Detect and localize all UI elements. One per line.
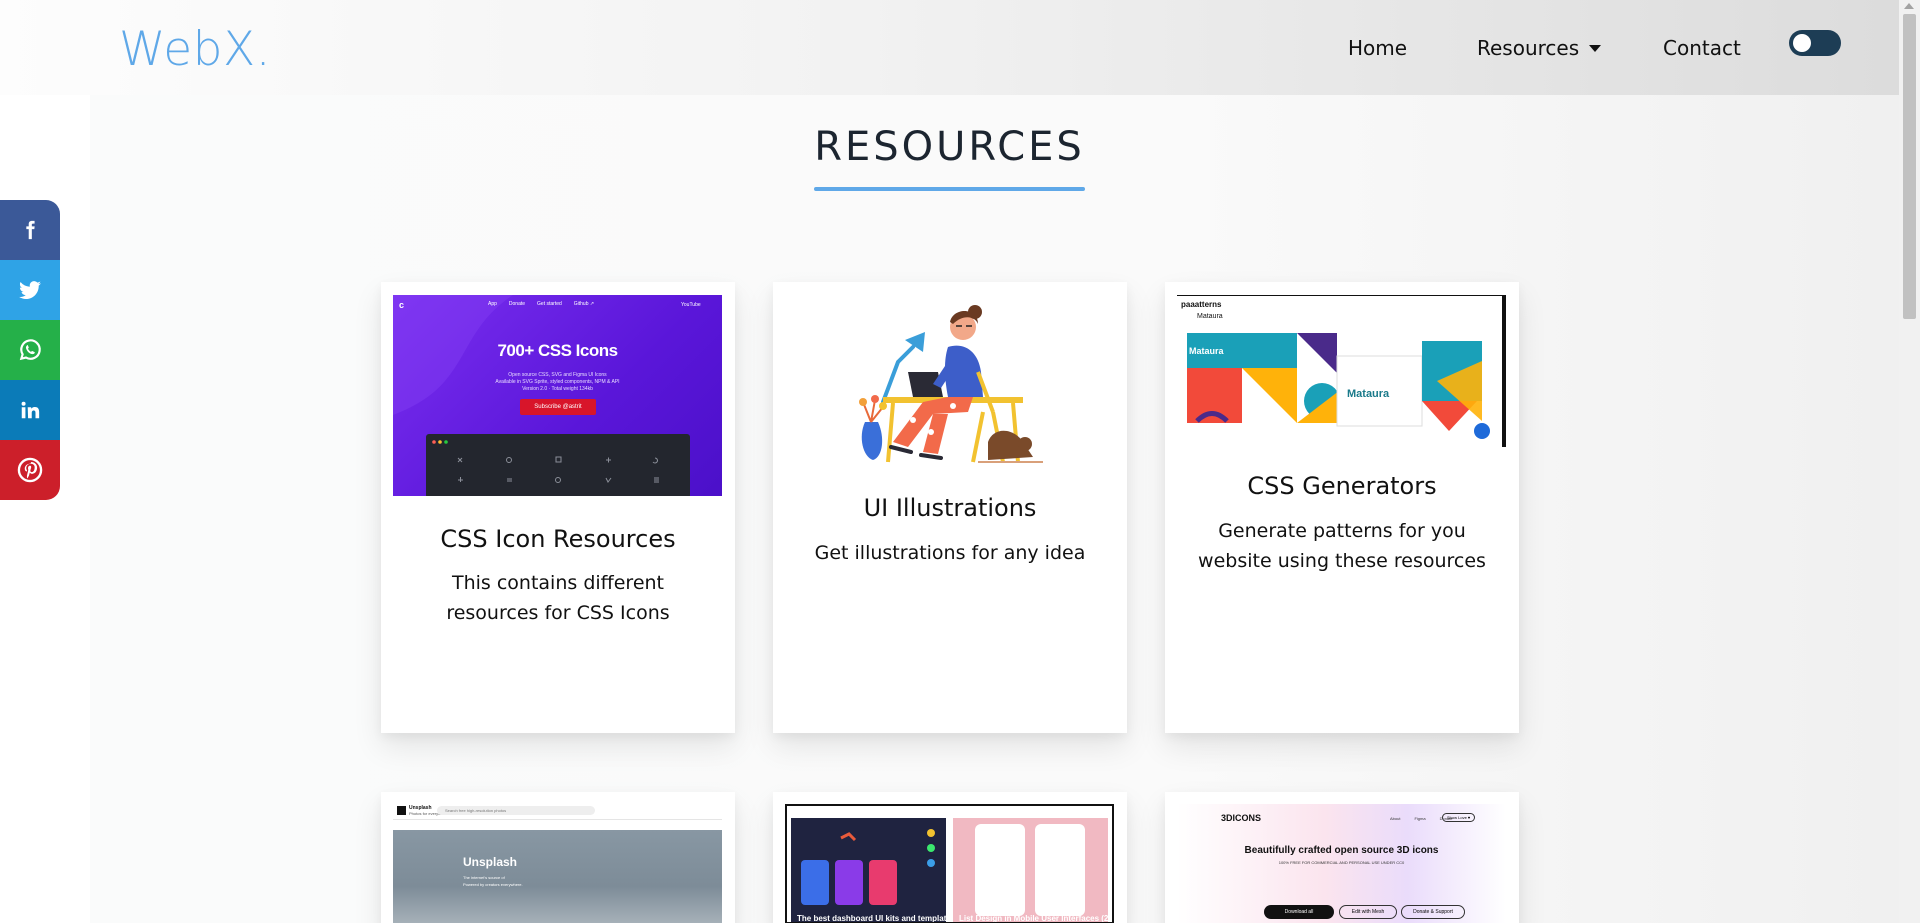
shot-phone-mock bbox=[975, 824, 1025, 916]
toggle-knob bbox=[1793, 34, 1811, 52]
facebook-share-button[interactable] bbox=[0, 200, 60, 260]
shot-icon-grid bbox=[426, 434, 690, 496]
resource-card-3d-icons[interactable]: 3DICONS About Figma Donate Show Love ♥ B… bbox=[1165, 792, 1519, 923]
nav-contact-link[interactable]: Contact bbox=[1663, 36, 1741, 60]
section-title: RESOURCES bbox=[814, 124, 1085, 170]
facebook-icon bbox=[26, 220, 35, 240]
shot-edit-button: Edit with Mesh bbox=[1339, 905, 1397, 919]
linkedin-icon bbox=[21, 401, 40, 419]
linkedin-share-button[interactable] bbox=[0, 380, 60, 440]
shot-nav-item: Get started bbox=[537, 301, 562, 307]
page-scrollbar[interactable] bbox=[1899, 0, 1920, 923]
shot-nav-item: Donate bbox=[508, 301, 526, 307]
shot-youtube: YouTube bbox=[681, 302, 701, 308]
nav-resources-dropdown[interactable]: Resources bbox=[1477, 36, 1602, 60]
woman-at-desk-illustration bbox=[859, 305, 1043, 463]
shot-list-design-thumb: List Design in Mobile User Interfaces (2… bbox=[953, 818, 1112, 922]
shot-divider bbox=[393, 819, 722, 820]
whatsapp-share-button[interactable] bbox=[0, 320, 60, 380]
shot-pattern-label: Mataura bbox=[1197, 313, 1223, 320]
shot-phone-mock bbox=[1035, 824, 1085, 916]
shot-hero-sub2: Powered by creators everywhere. bbox=[463, 882, 523, 887]
shot-hero-sub: The internet's source of bbox=[463, 875, 505, 880]
card-description: This contains different resources for CS… bbox=[446, 572, 670, 624]
shot-sub-line: Available in SVG Sprite, styled componen… bbox=[495, 379, 620, 385]
caret-down-icon bbox=[1589, 44, 1602, 52]
resource-card-css-icons[interactable]: c App Donate Get started Github ↗ YouTub… bbox=[381, 282, 735, 733]
shot-heading: 700+ CSS Icons bbox=[497, 341, 618, 360]
css-icons-screenshot: c App Donate Get started Github ↗ YouTub… bbox=[393, 295, 722, 496]
nav-resources-label: Resources bbox=[1477, 36, 1580, 60]
shot-sub: 100% FREE FOR COMMERCIAL AND PERSONAL US… bbox=[1278, 860, 1405, 865]
card-description: Generate patterns for you website using … bbox=[1198, 520, 1486, 572]
shot-caption: List Design in Mobile User Interfaces (2… bbox=[959, 914, 1113, 923]
card-description: Get illustrations for any idea bbox=[814, 542, 1086, 564]
navbar: WebX. Home Resources Contact bbox=[0, 0, 1899, 95]
card-title: UI Illustrations bbox=[863, 494, 1037, 522]
unsplash-screenshot: Unsplash Photos for everyone Search free… bbox=[393, 804, 722, 923]
card-title: CSS Generators bbox=[1247, 472, 1437, 500]
paaatterns-screenshot: paaatterns Mataura Mataura Mataura bbox=[1177, 295, 1506, 447]
unsplash-logo-icon bbox=[397, 806, 406, 815]
theme-toggle[interactable] bbox=[1789, 30, 1841, 56]
pinterest-icon bbox=[17, 457, 43, 483]
card-title: CSS Icon Resources bbox=[440, 525, 676, 553]
whatsapp-icon bbox=[19, 339, 41, 361]
pinterest-share-button[interactable] bbox=[0, 440, 60, 500]
shot-search: Search free high-resolution photos bbox=[437, 806, 595, 815]
scroll-up-arrow-icon[interactable] bbox=[1904, 3, 1914, 9]
shot-pattern-title: Mataura bbox=[1189, 346, 1224, 356]
nav-home-link[interactable]: Home bbox=[1348, 36, 1407, 60]
shot-sub-line: Open source CSS, SVG and Figma UI Icons bbox=[508, 372, 607, 378]
scroll-thumb[interactable] bbox=[1903, 14, 1916, 319]
shot-subtext: Open source CSS, SVG and Figma UI Icons … bbox=[393, 372, 722, 393]
shot-sub-line: Version 2.0 · Total weight 134kb bbox=[522, 386, 593, 392]
resource-card-ui-illustrations[interactable]: UI Illustrations Get illustrations for a… bbox=[773, 282, 1127, 733]
shot-download-button: Download all bbox=[1264, 905, 1334, 919]
brand-logo[interactable]: WebX. bbox=[119, 22, 271, 77]
3dicons-screenshot: 3DICONS About Figma Donate Show Love ♥ B… bbox=[1177, 804, 1506, 923]
css-gg-logo: c bbox=[399, 300, 405, 310]
shot-link: Figma bbox=[1414, 816, 1426, 821]
ui-inspiration-screenshot: The best dashboard UI kits and templates… bbox=[785, 804, 1114, 923]
shot-pattern-card-title: Mataura bbox=[1347, 388, 1390, 400]
shot-subscribe-button: Subscribe @astrit bbox=[520, 399, 596, 415]
shot-logo: 3DICONS bbox=[1221, 813, 1262, 823]
resource-card-css-generators[interactable]: paaatterns Mataura Mataura Mataura CSS G… bbox=[1165, 282, 1519, 733]
share-sidebar bbox=[0, 200, 60, 500]
shot-nav: App Donate Get started Github ↗ bbox=[488, 301, 594, 307]
shot-nav-item: App bbox=[488, 301, 497, 307]
shot-dashboard-thumb: The best dashboard UI kits and templates… bbox=[791, 818, 1033, 922]
shot-donate-button: Donate & Support bbox=[1401, 905, 1465, 919]
shot-logo: paaatterns bbox=[1181, 300, 1222, 309]
twitter-icon bbox=[19, 281, 41, 299]
shot-hero: Unsplash The internet's source of Powere… bbox=[393, 830, 722, 923]
twitter-share-button[interactable] bbox=[0, 260, 60, 320]
resource-card-unsplash[interactable]: Unsplash Photos for everyone Search free… bbox=[381, 792, 735, 923]
shot-heading: Beautifully crafted open source 3D icons bbox=[1244, 845, 1439, 856]
shot-pattern-art bbox=[1187, 333, 1490, 439]
title-underline bbox=[814, 187, 1085, 191]
resource-card-ui-inspiration[interactable]: The best dashboard UI kits and templates… bbox=[773, 792, 1127, 923]
shot-nav-item: Github ↗ bbox=[573, 301, 595, 307]
shot-dashboard-art bbox=[801, 829, 935, 905]
shot-hero-title: Unsplash bbox=[463, 855, 518, 869]
shot-chip: Show Love ♥ bbox=[1442, 813, 1476, 822]
shot-icon-glyphs bbox=[432, 440, 659, 483]
shot-link: About bbox=[1390, 816, 1401, 821]
